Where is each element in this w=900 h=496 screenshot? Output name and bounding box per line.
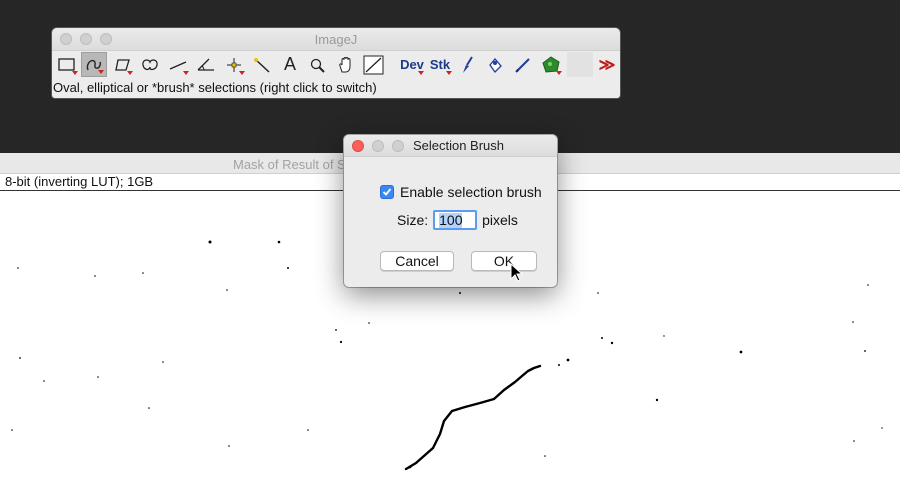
- overlay-brush-tool[interactable]: [538, 52, 564, 77]
- oval-brush-tool[interactable]: [81, 52, 107, 77]
- zoom-tool[interactable]: [305, 52, 331, 77]
- size-input-value: 100: [439, 211, 463, 228]
- line-tool[interactable]: [165, 52, 191, 77]
- stacks-menu-label: Stk: [429, 57, 451, 72]
- brush-tool[interactable]: [454, 52, 480, 77]
- angle-tool[interactable]: [193, 52, 219, 77]
- point-tool[interactable]: [221, 52, 247, 77]
- ok-button[interactable]: OK: [471, 251, 537, 271]
- angle-icon: [197, 58, 214, 71]
- enable-brush-checkbox[interactable]: [380, 185, 394, 199]
- flood-fill-tool[interactable]: [482, 52, 508, 77]
- polygon-tool[interactable]: [109, 52, 135, 77]
- freehand-icon: [142, 58, 158, 70]
- freehand-tool[interactable]: [137, 52, 163, 77]
- text-tool[interactable]: A: [277, 52, 303, 77]
- dialog-title: Selection Brush: [412, 138, 505, 153]
- imagej-toolbar: A Dev Stk ≫: [52, 51, 620, 78]
- enable-brush-row[interactable]: Enable selection brush: [380, 184, 542, 200]
- color-picker-tool[interactable]: [361, 52, 387, 77]
- wand-icon: [254, 57, 270, 73]
- size-unit: pixels: [482, 212, 518, 228]
- flood-fill-icon: [489, 57, 502, 73]
- dialog-titlebar[interactable]: Selection Brush: [344, 135, 557, 157]
- text-tool-icon: A: [283, 54, 296, 74]
- wand-tool[interactable]: [249, 52, 275, 77]
- paintbrush-icon: [463, 55, 473, 73]
- cancel-button[interactable]: Cancel: [380, 251, 454, 271]
- color-picker-icon: [363, 55, 384, 74]
- rectangle-tool[interactable]: [54, 52, 80, 77]
- enable-brush-label: Enable selection brush: [400, 184, 542, 200]
- developer-menu-label: Dev: [400, 57, 424, 72]
- pencil-tool[interactable]: [510, 52, 536, 77]
- stacks-menu[interactable]: Stk: [426, 52, 454, 77]
- hand-icon: [339, 56, 351, 72]
- imagej-window: ImageJ A Dev Stk ≫ Oval, elliptical or *…: [52, 28, 620, 98]
- selection-brush-dialog: Selection Brush Enable selection brush S…: [344, 135, 557, 287]
- empty-tool-slot: [567, 52, 593, 77]
- imagej-status-bar: Oval, elliptical or *brush* selections (…: [53, 80, 377, 95]
- developer-menu[interactable]: Dev: [398, 52, 426, 77]
- pencil-icon: [515, 57, 530, 73]
- image-window-title: Mask of Result of S: [233, 157, 346, 172]
- magnifier-icon: [310, 58, 325, 73]
- more-tools-icon: ≫: [598, 56, 616, 74]
- more-tools[interactable]: ≫: [594, 52, 620, 77]
- size-row: Size: 100 pixels: [397, 210, 518, 230]
- imagej-titlebar[interactable]: ImageJ: [52, 28, 620, 51]
- mouse-cursor-icon: [510, 263, 524, 282]
- size-input[interactable]: 100: [433, 210, 478, 230]
- size-label: Size:: [397, 212, 429, 228]
- imagej-title: ImageJ: [314, 32, 358, 47]
- hand-tool[interactable]: [333, 52, 359, 77]
- checkmark-icon: [382, 188, 392, 196]
